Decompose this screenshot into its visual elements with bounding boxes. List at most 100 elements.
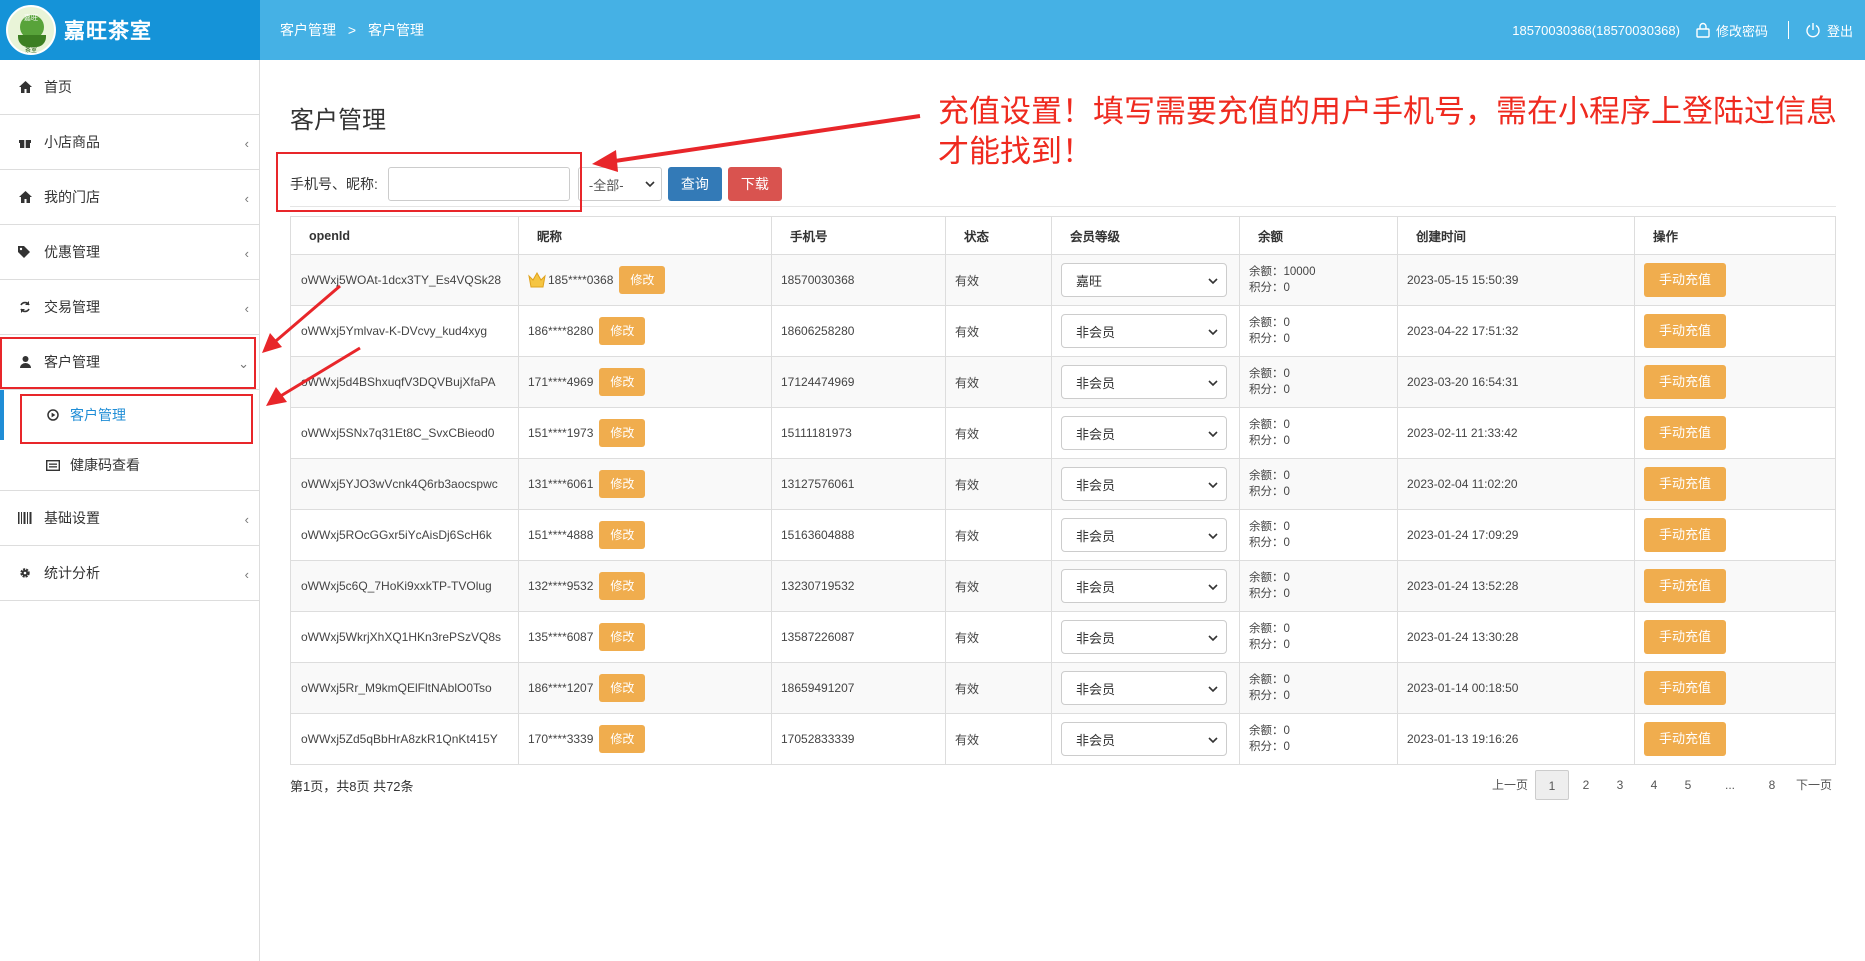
manual-charge-button[interactable]: 手动充值 [1644,671,1726,705]
sidebar-item-my-stores[interactable]: 我的门店 ‹ [0,170,259,225]
sidebar-item-statistics[interactable]: 统计分析 ‹ [0,546,259,601]
chevron-left-icon: ‹ [244,512,249,527]
brand[interactable]: 嘉旺 茶室 嘉旺茶室 [0,0,260,60]
gift-icon [18,135,32,149]
table-row: oWWxj5Zd5qBbHrA8zkR1QnKt415Y 170****3339 修… [290,713,1836,765]
barcode-icon [18,511,32,525]
level-cell: 非会员 [1051,407,1240,459]
manual-charge-button[interactable]: 手动充值 [1644,722,1726,756]
logout-label: 登出 [1826,23,1853,39]
column-header: 余额 [1239,216,1398,255]
points-value: 0 [1283,537,1290,549]
nickname-cell: 132****9532 修改 [518,560,772,612]
member-level-select[interactable]: 非会员 [1061,314,1227,348]
sidebar: 首页 小店商品 ‹ 我的门店 ‹ 优惠管理 ‹ 交易管理 ‹ 客户管理 ⌄ 客户… [0,60,260,961]
lock-icon [1696,22,1710,38]
customer-table: openId 昵称 手机号 状态 会员等级 余额 创建时间 操作 oWWxj5W… [290,216,1836,765]
edit-button[interactable]: 修改 [599,470,646,498]
points-label: 积分： [1249,639,1284,651]
openid-cell: oWWxj5WOAt-1dcx3TY_Es4VQSk28 [290,254,519,306]
balance-label: 余额： [1249,317,1284,329]
manual-charge-button[interactable]: 手动充值 [1644,416,1726,450]
download-button[interactable]: 下载 [727,167,782,201]
manual-charge-button[interactable]: 手动充值 [1644,467,1726,501]
balance-label: 余额： [1249,521,1284,533]
balance-cell: 余额：0 积分：0 [1239,407,1398,459]
sidebar-item-home[interactable]: 首页 [0,60,259,115]
edit-button[interactable]: 修改 [599,317,646,345]
balance-value: 0 [1283,317,1290,329]
edit-button[interactable]: 修改 [599,725,646,753]
manual-charge-button[interactable]: 手动充值 [1644,263,1726,297]
sidebar-item-promotions[interactable]: 优惠管理 ‹ [0,225,259,280]
sidebar-item-transactions[interactable]: 交易管理 ‹ [0,280,259,335]
member-level-select[interactable]: 非会员 [1061,365,1227,399]
balance-line: 余额：0 [1249,468,1388,484]
member-level-select[interactable]: 嘉旺 [1061,263,1227,297]
balance-label: 余额： [1249,725,1284,737]
member-level-select[interactable]: 非会员 [1061,722,1227,756]
points-value: 0 [1283,282,1290,294]
action-cell: 手动充值 [1634,305,1836,357]
annotation-box-search [276,152,582,212]
sidebar-item-shop-goods[interactable]: 小店商品 ‹ [0,115,259,170]
edit-button[interactable]: 修改 [599,521,646,549]
balance-cell: 余额：0 积分：0 [1239,356,1398,408]
manual-charge-button[interactable]: 手动充值 [1644,569,1726,603]
pager-page[interactable]: 1 [1535,770,1569,800]
balance-label: 余额： [1249,470,1284,482]
edit-button[interactable]: 修改 [619,266,666,294]
crown-icon [528,272,546,288]
points-label: 积分： [1249,537,1284,549]
openid-cell: oWWxj5SNx7q31Et8C_SvxCBieod0 [290,407,519,459]
query-button[interactable]: 查询 [667,167,722,201]
nickname: 135****6087 [528,630,594,644]
sidebar-subitem-health-code[interactable]: 健康码查看 [0,440,259,490]
status-cell: 有效 [945,356,1052,408]
pager-page[interactable]: 5 [1671,770,1705,800]
edit-button[interactable]: 修改 [599,674,646,702]
sidebar-item-basic-settings[interactable]: 基础设置 ‹ [0,491,259,546]
pagination-info: 第1页，共8页 共72条 [290,779,414,794]
phone-cell: 18659491207 [771,662,946,714]
created-time-cell: 2023-04-22 17:51:32 [1397,305,1635,357]
annotation-arrowhead [262,333,282,353]
pager-page[interactable]: 2 [1569,770,1603,800]
manual-charge-button[interactable]: 手动充值 [1644,620,1726,654]
logout-link[interactable]: 登出 [1805,21,1853,40]
member-level-select[interactable]: 非会员 [1061,467,1227,501]
manual-charge-button[interactable]: 手动充值 [1644,518,1726,552]
balance-label: 余额： [1249,419,1284,431]
sidebar-item-label: 基础设置 [44,510,100,526]
home-icon [18,80,32,94]
phone-cell: 17124474969 [771,356,946,408]
annotation-arrow [607,114,921,164]
breadcrumb-item-current: 客户管理 [367,22,424,38]
pager-page[interactable]: 3 [1603,770,1637,800]
edit-button[interactable]: 修改 [599,623,646,651]
gear-icon [18,566,32,580]
edit-button[interactable]: 修改 [599,419,646,447]
member-level-select[interactable]: 非会员 [1061,518,1227,552]
manual-charge-button[interactable]: 手动充值 [1644,314,1726,348]
member-level-select[interactable]: 非会员 [1061,569,1227,603]
pager-next[interactable]: 下一页 [1789,770,1839,800]
created-time-cell: 2023-01-24 13:30:28 [1397,611,1635,663]
manual-charge-button[interactable]: 手动充值 [1644,365,1726,399]
breadcrumb-item[interactable]: 客户管理 [280,22,336,38]
column-header: 创建时间 [1397,216,1635,255]
chevron-left-icon: ‹ [244,136,249,151]
member-level-select[interactable]: 非会员 [1061,620,1227,654]
balance-value: 0 [1283,674,1290,686]
pager-prev[interactable]: 上一页 [1485,770,1535,800]
pager-page[interactable]: 4 [1637,770,1671,800]
annotation-box-sidebar-customers [0,337,256,389]
pager-page[interactable]: 8 [1755,770,1789,800]
member-level-select[interactable]: 非会员 [1061,416,1227,450]
edit-button[interactable]: 修改 [599,572,646,600]
change-password-link[interactable]: 修改密码 [1696,21,1768,40]
member-level-select[interactable]: 非会员 [1061,671,1227,705]
created-time-cell: 2023-05-15 15:50:39 [1397,254,1635,306]
status-filter-select[interactable]: -全部- [577,167,662,201]
edit-button[interactable]: 修改 [599,368,646,396]
